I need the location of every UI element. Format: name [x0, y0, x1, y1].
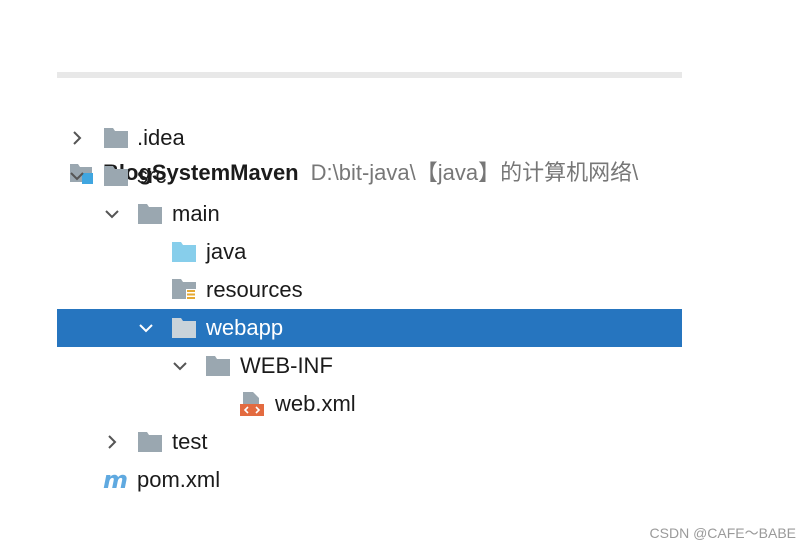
folder-icon [205, 354, 231, 378]
tree-row-webinf[interactable]: WEB-INF [57, 347, 682, 385]
tree-label-java: java [206, 239, 247, 264]
chevron-down-icon[interactable] [101, 203, 123, 225]
resources-folder-icon [171, 278, 197, 302]
tree-label-main: main [172, 201, 220, 226]
tree-row-resources[interactable]: resources [57, 271, 682, 309]
chevron-right-icon[interactable] [66, 127, 88, 149]
tree-row-webapp[interactable]: webapp [57, 309, 682, 347]
tree-row-webxml[interactable]: web.xml [57, 385, 682, 423]
folder-icon [103, 164, 129, 188]
folder-icon [137, 202, 163, 226]
tree-label-resources: resources [206, 277, 303, 302]
tree-label-pom: pom.xml [137, 467, 221, 492]
tree-label-src: src [137, 163, 167, 188]
maven-icon: m [102, 468, 132, 492]
xml-file-icon [239, 392, 265, 416]
svg-text:m: m [103, 469, 128, 491]
panel-header-strip [57, 72, 682, 78]
tree-label-webapp: webapp [206, 315, 284, 340]
folder-icon [171, 316, 197, 340]
source-folder-icon [171, 240, 197, 264]
chevron-down-icon[interactable] [66, 165, 88, 187]
tree-label-webxml: web.xml [275, 391, 356, 416]
tree-label-test: test [172, 429, 208, 454]
tree-label-webinf: WEB-INF [240, 353, 333, 378]
tree-row-main[interactable]: main [57, 195, 682, 233]
tree-row-idea[interactable]: .idea [57, 119, 682, 157]
folder-icon [137, 430, 163, 454]
watermark: CSDN @CAFE～BABE [649, 525, 796, 541]
tree-row-src[interactable]: src [57, 157, 682, 195]
chevron-down-icon[interactable] [169, 355, 191, 377]
tree-row-java[interactable]: java [57, 233, 682, 271]
chevron-right-icon[interactable] [101, 431, 123, 453]
tree-label-idea: .idea [137, 125, 185, 150]
chevron-down-icon[interactable] [135, 317, 157, 339]
tree-row-pom[interactable]: m pom.xml [57, 461, 682, 499]
folder-icon [103, 126, 129, 150]
tree-row-test[interactable]: test [57, 423, 682, 461]
